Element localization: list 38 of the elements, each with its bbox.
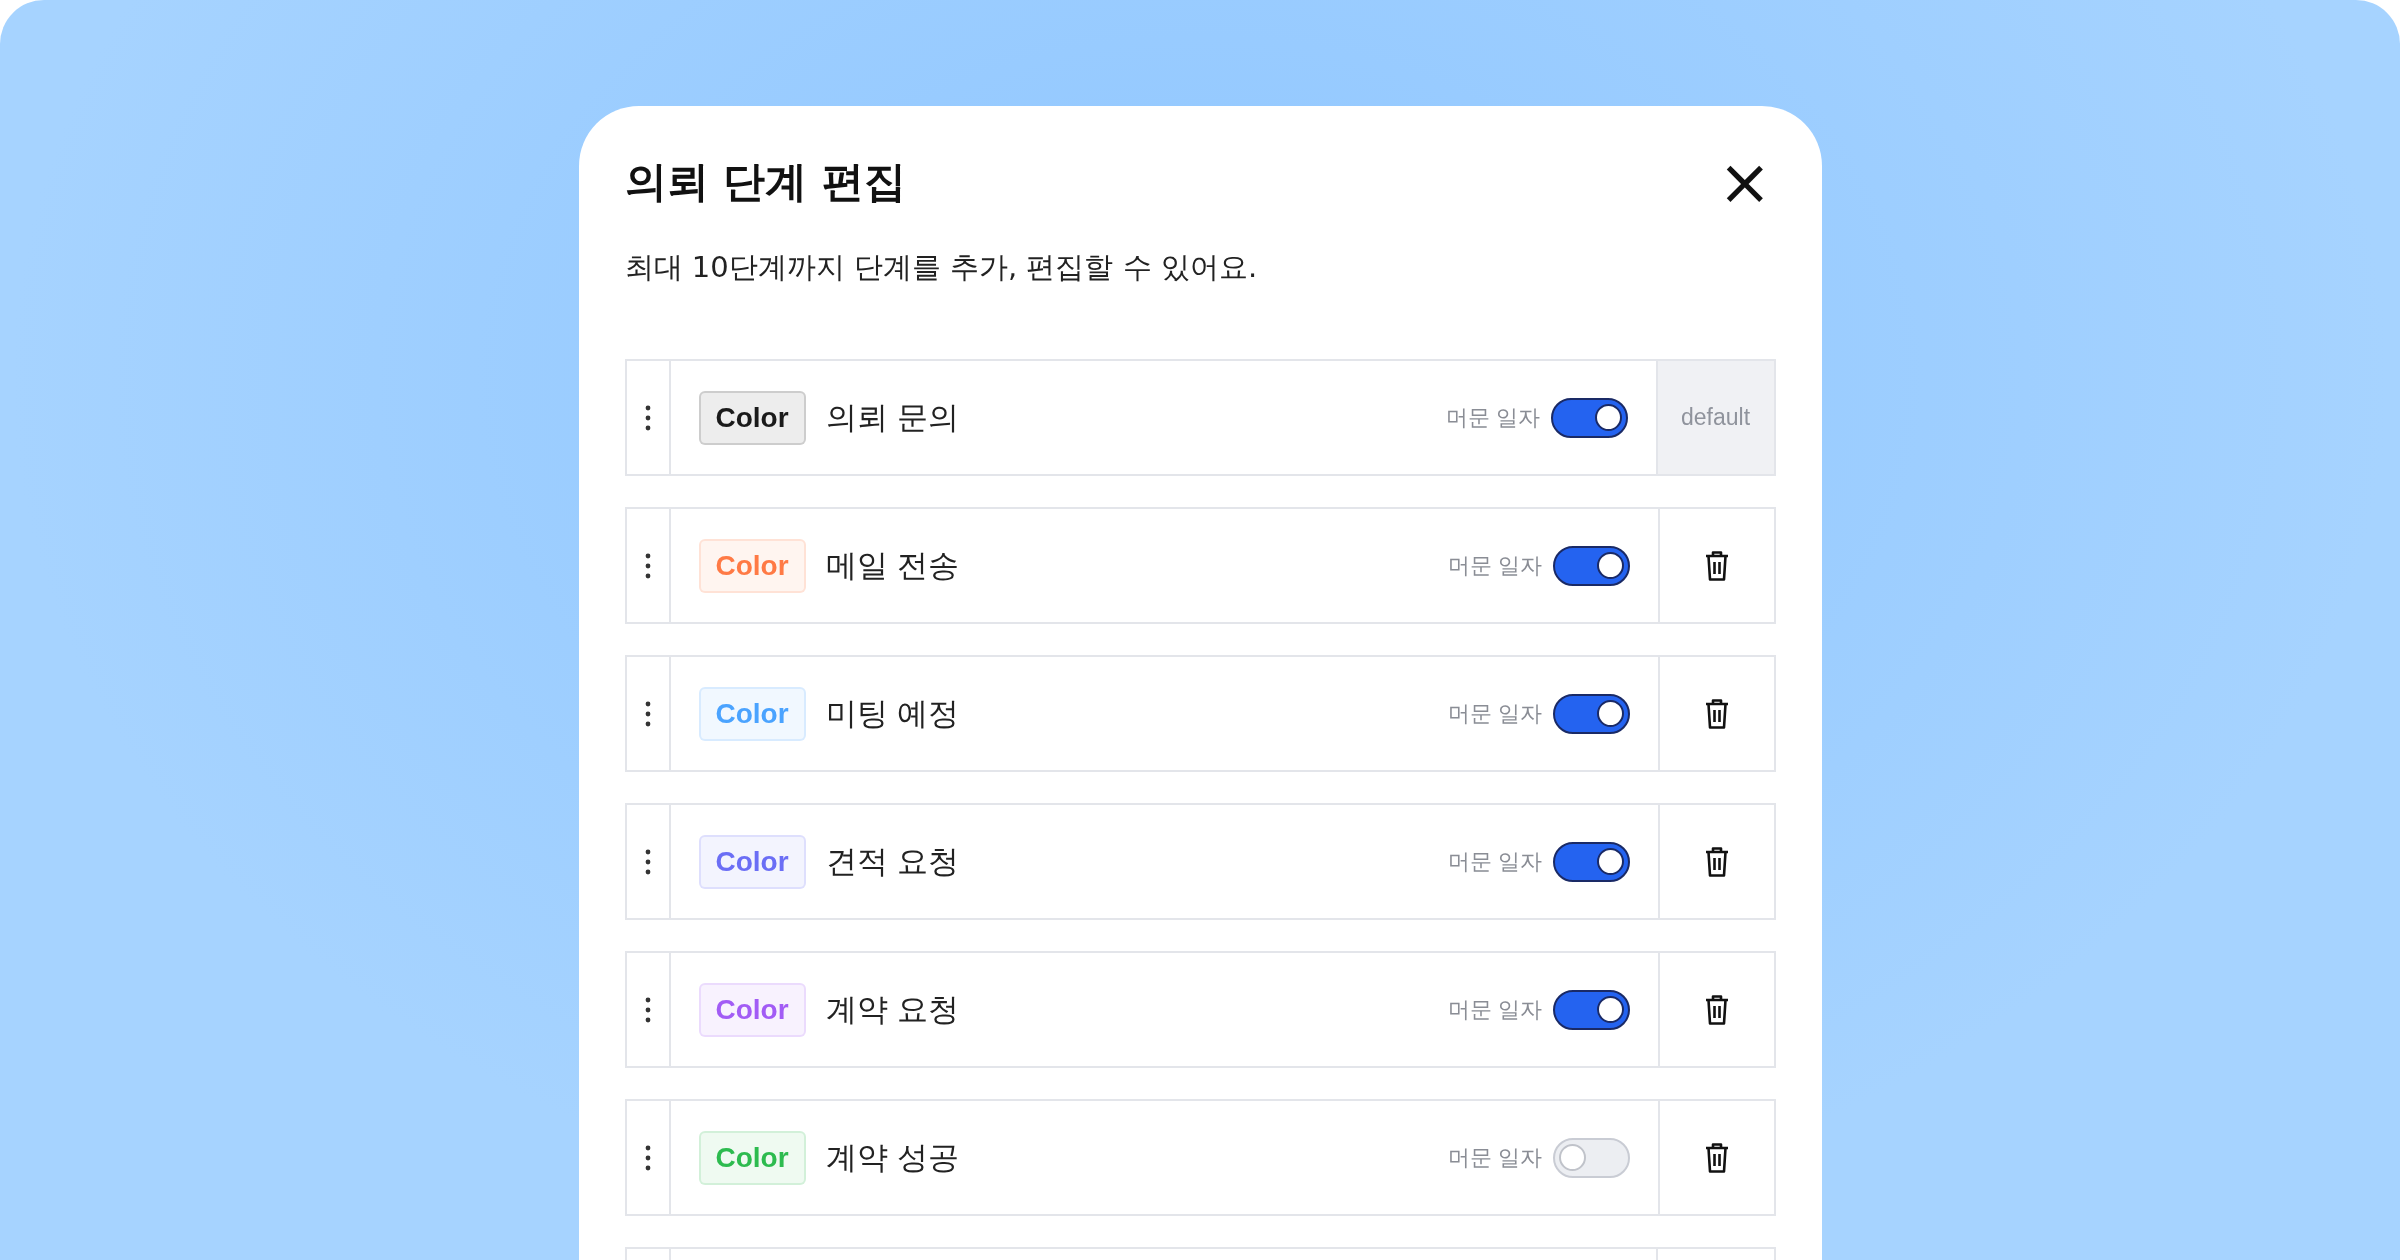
default-label: default [1655,361,1774,474]
stage-name: 계약 요청 [825,989,961,1029]
trash-icon [1703,993,1730,1026]
toggle-label: 머문 일자 [1445,403,1541,432]
dialog-description: 최대 10단계까지 단계를 추가, 편집할 수 있어요. [624,249,1259,286]
toggle-switch[interactable] [1550,397,1628,438]
color-chip[interactable]: Color [698,390,806,445]
trash-icon [1703,1141,1730,1174]
stage-name: 계약 성공 [825,1137,961,1177]
toggle-label: 머문 일자 [1447,699,1543,728]
toggle-label: 머문 일자 [1447,551,1543,580]
drag-icon [644,404,651,431]
trash-icon [1703,549,1730,582]
drag-icon [644,700,651,727]
color-chip[interactable]: Color [698,982,806,1037]
close-button[interactable]: × [1713,150,1776,214]
color-chip[interactable]: Color [698,1130,806,1185]
color-chip[interactable]: Color [698,686,806,741]
stage-name: 견적 요청 [825,841,961,881]
drag-icon [644,1144,651,1171]
toggle-label: 머문 일자 [1447,847,1543,876]
stage-name: 미팅 예정 [825,693,961,733]
toggle-label: 머문 일자 [1447,1143,1543,1172]
toggle-switch[interactable] [1552,841,1630,882]
drag-icon [644,996,651,1023]
color-chip[interactable]: Color [698,538,806,593]
drag-icon [644,848,651,875]
toggle-label: 머문 일자 [1447,995,1543,1024]
trash-icon [1703,845,1730,878]
trash-icon [1703,697,1730,730]
stage-name: 의뢰 문의 [825,397,961,437]
toggle-switch[interactable] [1552,693,1630,734]
stage-name: 메일 전송 [825,545,961,585]
toggle-switch[interactable] [1552,545,1630,586]
drag-icon [644,552,651,579]
toggle-switch[interactable] [1552,989,1630,1030]
dialog-title: 의뢰 단계 편집 [624,156,906,208]
color-chip[interactable]: Color [698,834,806,889]
